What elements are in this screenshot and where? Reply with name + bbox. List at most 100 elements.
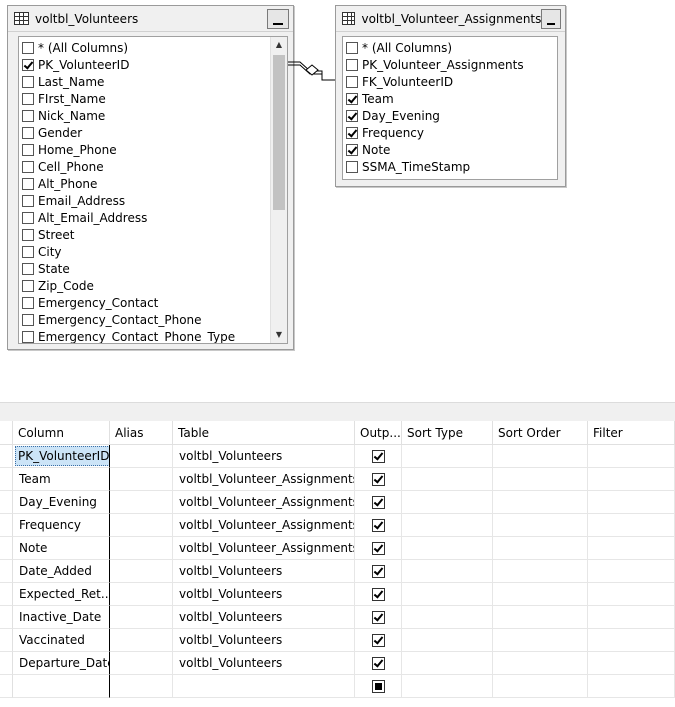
cell-sort-order[interactable] <box>493 468 588 491</box>
minimize-button[interactable] <box>541 8 561 29</box>
cell-output[interactable] <box>355 491 402 514</box>
cell-column[interactable]: Vaccinated <box>13 629 110 652</box>
column-checkbox[interactable] <box>22 262 34 275</box>
cell-column[interactable]: Note <box>13 537 110 560</box>
cell-output[interactable] <box>355 445 402 468</box>
column-checkbox[interactable] <box>22 296 34 309</box>
column-checkbox[interactable] <box>22 109 34 122</box>
column-checkbox[interactable] <box>22 228 34 241</box>
row-selector[interactable] <box>0 468 13 491</box>
output-checkbox[interactable] <box>371 495 385 509</box>
cell-column[interactable]: Frequency <box>13 514 110 537</box>
cell-sort-type[interactable] <box>402 491 493 514</box>
column-checkbox[interactable] <box>346 75 358 88</box>
cell-output[interactable] <box>355 537 402 560</box>
cell-filter[interactable] <box>588 537 675 560</box>
output-checkbox[interactable] <box>371 472 385 486</box>
cell-alias[interactable] <box>110 583 173 606</box>
column-checkbox[interactable] <box>22 41 34 54</box>
header-table[interactable]: Table <box>173 421 355 444</box>
cell-column[interactable]: Team <box>13 468 110 491</box>
cell-column[interactable] <box>13 675 110 698</box>
cell-output[interactable] <box>355 514 402 537</box>
cell-alias[interactable] <box>110 537 173 560</box>
cell-filter[interactable] <box>588 583 675 606</box>
column-checkbox[interactable] <box>22 194 34 207</box>
cell-column[interactable]: Day_Evening <box>13 491 110 514</box>
header-sort-order[interactable]: Sort Order <box>493 421 588 444</box>
column-list-item[interactable]: Note <box>343 141 557 158</box>
grid-row[interactable]: Departure_Date voltbl_Volunteers <box>0 652 675 675</box>
cell-sort-order[interactable] <box>493 606 588 629</box>
cell-table[interactable]: voltbl_Volunteers <box>173 583 355 606</box>
column-checkbox[interactable] <box>22 211 34 224</box>
grid-row[interactable]: Expected_Ret... voltbl_Volunteers <box>0 583 675 606</box>
header-sort-type[interactable]: Sort Type <box>402 421 493 444</box>
column-list-item[interactable]: Home_Phone <box>19 141 270 158</box>
relationship-join-line[interactable] <box>288 55 338 85</box>
cell-sort-type[interactable] <box>402 606 493 629</box>
grid-row[interactable]: PK_VolunteerID voltbl_Volunteers <box>0 445 675 468</box>
cell-filter[interactable] <box>588 629 675 652</box>
header-column[interactable]: Column <box>13 421 110 444</box>
cell-sort-type[interactable] <box>402 629 493 652</box>
column-list-item[interactable]: Emergency_Contact_Phone_Type <box>19 328 270 343</box>
output-checkbox[interactable] <box>371 610 385 624</box>
cell-alias[interactable] <box>110 560 173 583</box>
column-list-item[interactable]: SSMA_TimeStamp <box>343 158 557 175</box>
cell-sort-type[interactable] <box>402 583 493 606</box>
cell-sort-order[interactable] <box>493 491 588 514</box>
header-output[interactable]: Outp... <box>355 421 402 444</box>
column-checkbox[interactable] <box>346 109 358 122</box>
output-checkbox[interactable] <box>371 449 385 463</box>
cell-table[interactable]: voltbl_Volunteers <box>173 652 355 675</box>
cell-filter[interactable] <box>588 491 675 514</box>
cell-output[interactable] <box>355 606 402 629</box>
cell-table[interactable]: voltbl_Volunteers <box>173 560 355 583</box>
cell-alias[interactable] <box>110 629 173 652</box>
grid-row[interactable]: Vaccinated voltbl_Volunteers <box>0 629 675 652</box>
column-list-item[interactable]: PK_VolunteerID <box>19 56 270 73</box>
cell-table[interactable]: voltbl_Volunteers <box>173 629 355 652</box>
column-list-item[interactable]: Street <box>19 226 270 243</box>
column-checkbox[interactable] <box>346 92 358 105</box>
cell-sort-type[interactable] <box>402 675 493 698</box>
grid-row[interactable]: Team voltbl_Volunteer_Assignments <box>0 468 675 491</box>
cell-alias[interactable] <box>110 491 173 514</box>
row-selector[interactable] <box>0 675 13 698</box>
volunteers-table-titlebar[interactable]: voltbl_Volunteers <box>8 6 293 32</box>
cell-sort-order[interactable] <box>493 514 588 537</box>
row-selector[interactable] <box>0 606 13 629</box>
column-checkbox[interactable] <box>22 75 34 88</box>
column-checkbox[interactable] <box>346 126 358 139</box>
column-checkbox[interactable] <box>22 313 34 326</box>
column-list-item[interactable]: Zip_Code <box>19 277 270 294</box>
column-checkbox[interactable] <box>22 126 34 139</box>
cell-table[interactable]: voltbl_Volunteer_Assignments <box>173 537 355 560</box>
cell-filter[interactable] <box>588 675 675 698</box>
volunteers-scrollbar[interactable]: ▲ ▼ <box>270 37 287 343</box>
cell-filter[interactable] <box>588 652 675 675</box>
column-checkbox[interactable] <box>22 177 34 190</box>
row-selector[interactable] <box>0 629 13 652</box>
cell-output[interactable] <box>355 468 402 491</box>
column-list-item[interactable]: FIrst_Name <box>19 90 270 107</box>
column-checkbox[interactable] <box>22 143 34 156</box>
cell-alias[interactable] <box>110 468 173 491</box>
cell-filter[interactable] <box>588 445 675 468</box>
column-list-item[interactable]: Alt_Email_Address <box>19 209 270 226</box>
output-checkbox[interactable] <box>371 656 385 670</box>
header-filter[interactable]: Filter <box>588 421 675 444</box>
row-selector[interactable] <box>0 652 13 675</box>
volunteers-column-list[interactable]: * (All Columns) PK_VolunteerID Last_Name FI… <box>18 36 288 344</box>
column-checkbox[interactable] <box>22 160 34 173</box>
column-list-item[interactable]: Cell_Phone <box>19 158 270 175</box>
cell-sort-type[interactable] <box>402 537 493 560</box>
cell-alias[interactable] <box>110 606 173 629</box>
column-list-item[interactable]: State <box>19 260 270 277</box>
output-checkbox[interactable] <box>371 541 385 555</box>
scrollbar-thumb[interactable] <box>273 55 285 210</box>
column-list-item[interactable]: Email_Address <box>19 192 270 209</box>
grid-row[interactable]: Inactive_Date voltbl_Volunteers <box>0 606 675 629</box>
column-list-item[interactable]: PK_Volunteer_Assignments <box>343 56 557 73</box>
